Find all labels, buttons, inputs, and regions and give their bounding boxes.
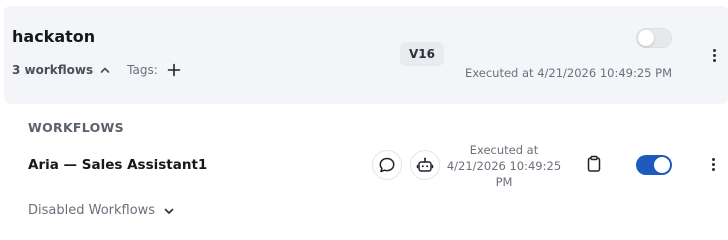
robot-icon: [416, 157, 434, 172]
project-card: hackaton 3 workflows Tags: V16 Executed …: [4, 6, 728, 104]
disabled-workflows-label: Disabled Workflows: [28, 203, 156, 218]
tags-label: Tags:: [127, 63, 158, 77]
executed-line: 4/21/2026 10:49:25: [446, 159, 562, 173]
executed-line: Executed at: [469, 143, 539, 157]
workflows-section-header: WORKFLOWS: [28, 120, 124, 135]
project-executed-at: Executed at 4/21/2026 10:49:25 PM: [465, 66, 672, 80]
version-badge: V16: [400, 42, 444, 66]
workflow-kebab-menu-icon[interactable]: [705, 156, 721, 172]
workflow-enable-toggle[interactable]: [636, 155, 672, 175]
add-tag-plus-icon[interactable]: [167, 63, 181, 77]
workflow-executed-at: Executed at 4/21/2026 10:49:25 PM: [446, 142, 562, 190]
chevron-down-icon: [164, 208, 174, 214]
project-enable-toggle[interactable]: [636, 28, 672, 48]
workflow-name[interactable]: Aria — Sales Assistant1: [28, 157, 207, 173]
chat-bubble-icon: [379, 157, 395, 173]
disabled-workflows-toggle[interactable]: Disabled Workflows: [28, 203, 175, 218]
project-kebab-menu-icon[interactable]: [706, 47, 722, 63]
workflow-count-row: 3 workflows Tags:: [12, 63, 181, 77]
chat-button[interactable]: [372, 150, 402, 180]
project-title: hackaton: [12, 27, 96, 46]
workflow-count[interactable]: 3 workflows: [12, 63, 93, 77]
toggle-knob: [638, 30, 654, 46]
executed-line: PM: [495, 175, 513, 189]
bot-button[interactable]: [410, 150, 440, 180]
clipboard-icon[interactable]: [585, 155, 603, 173]
chevron-up-icon[interactable]: [99, 64, 111, 76]
toggle-knob: [654, 157, 670, 173]
